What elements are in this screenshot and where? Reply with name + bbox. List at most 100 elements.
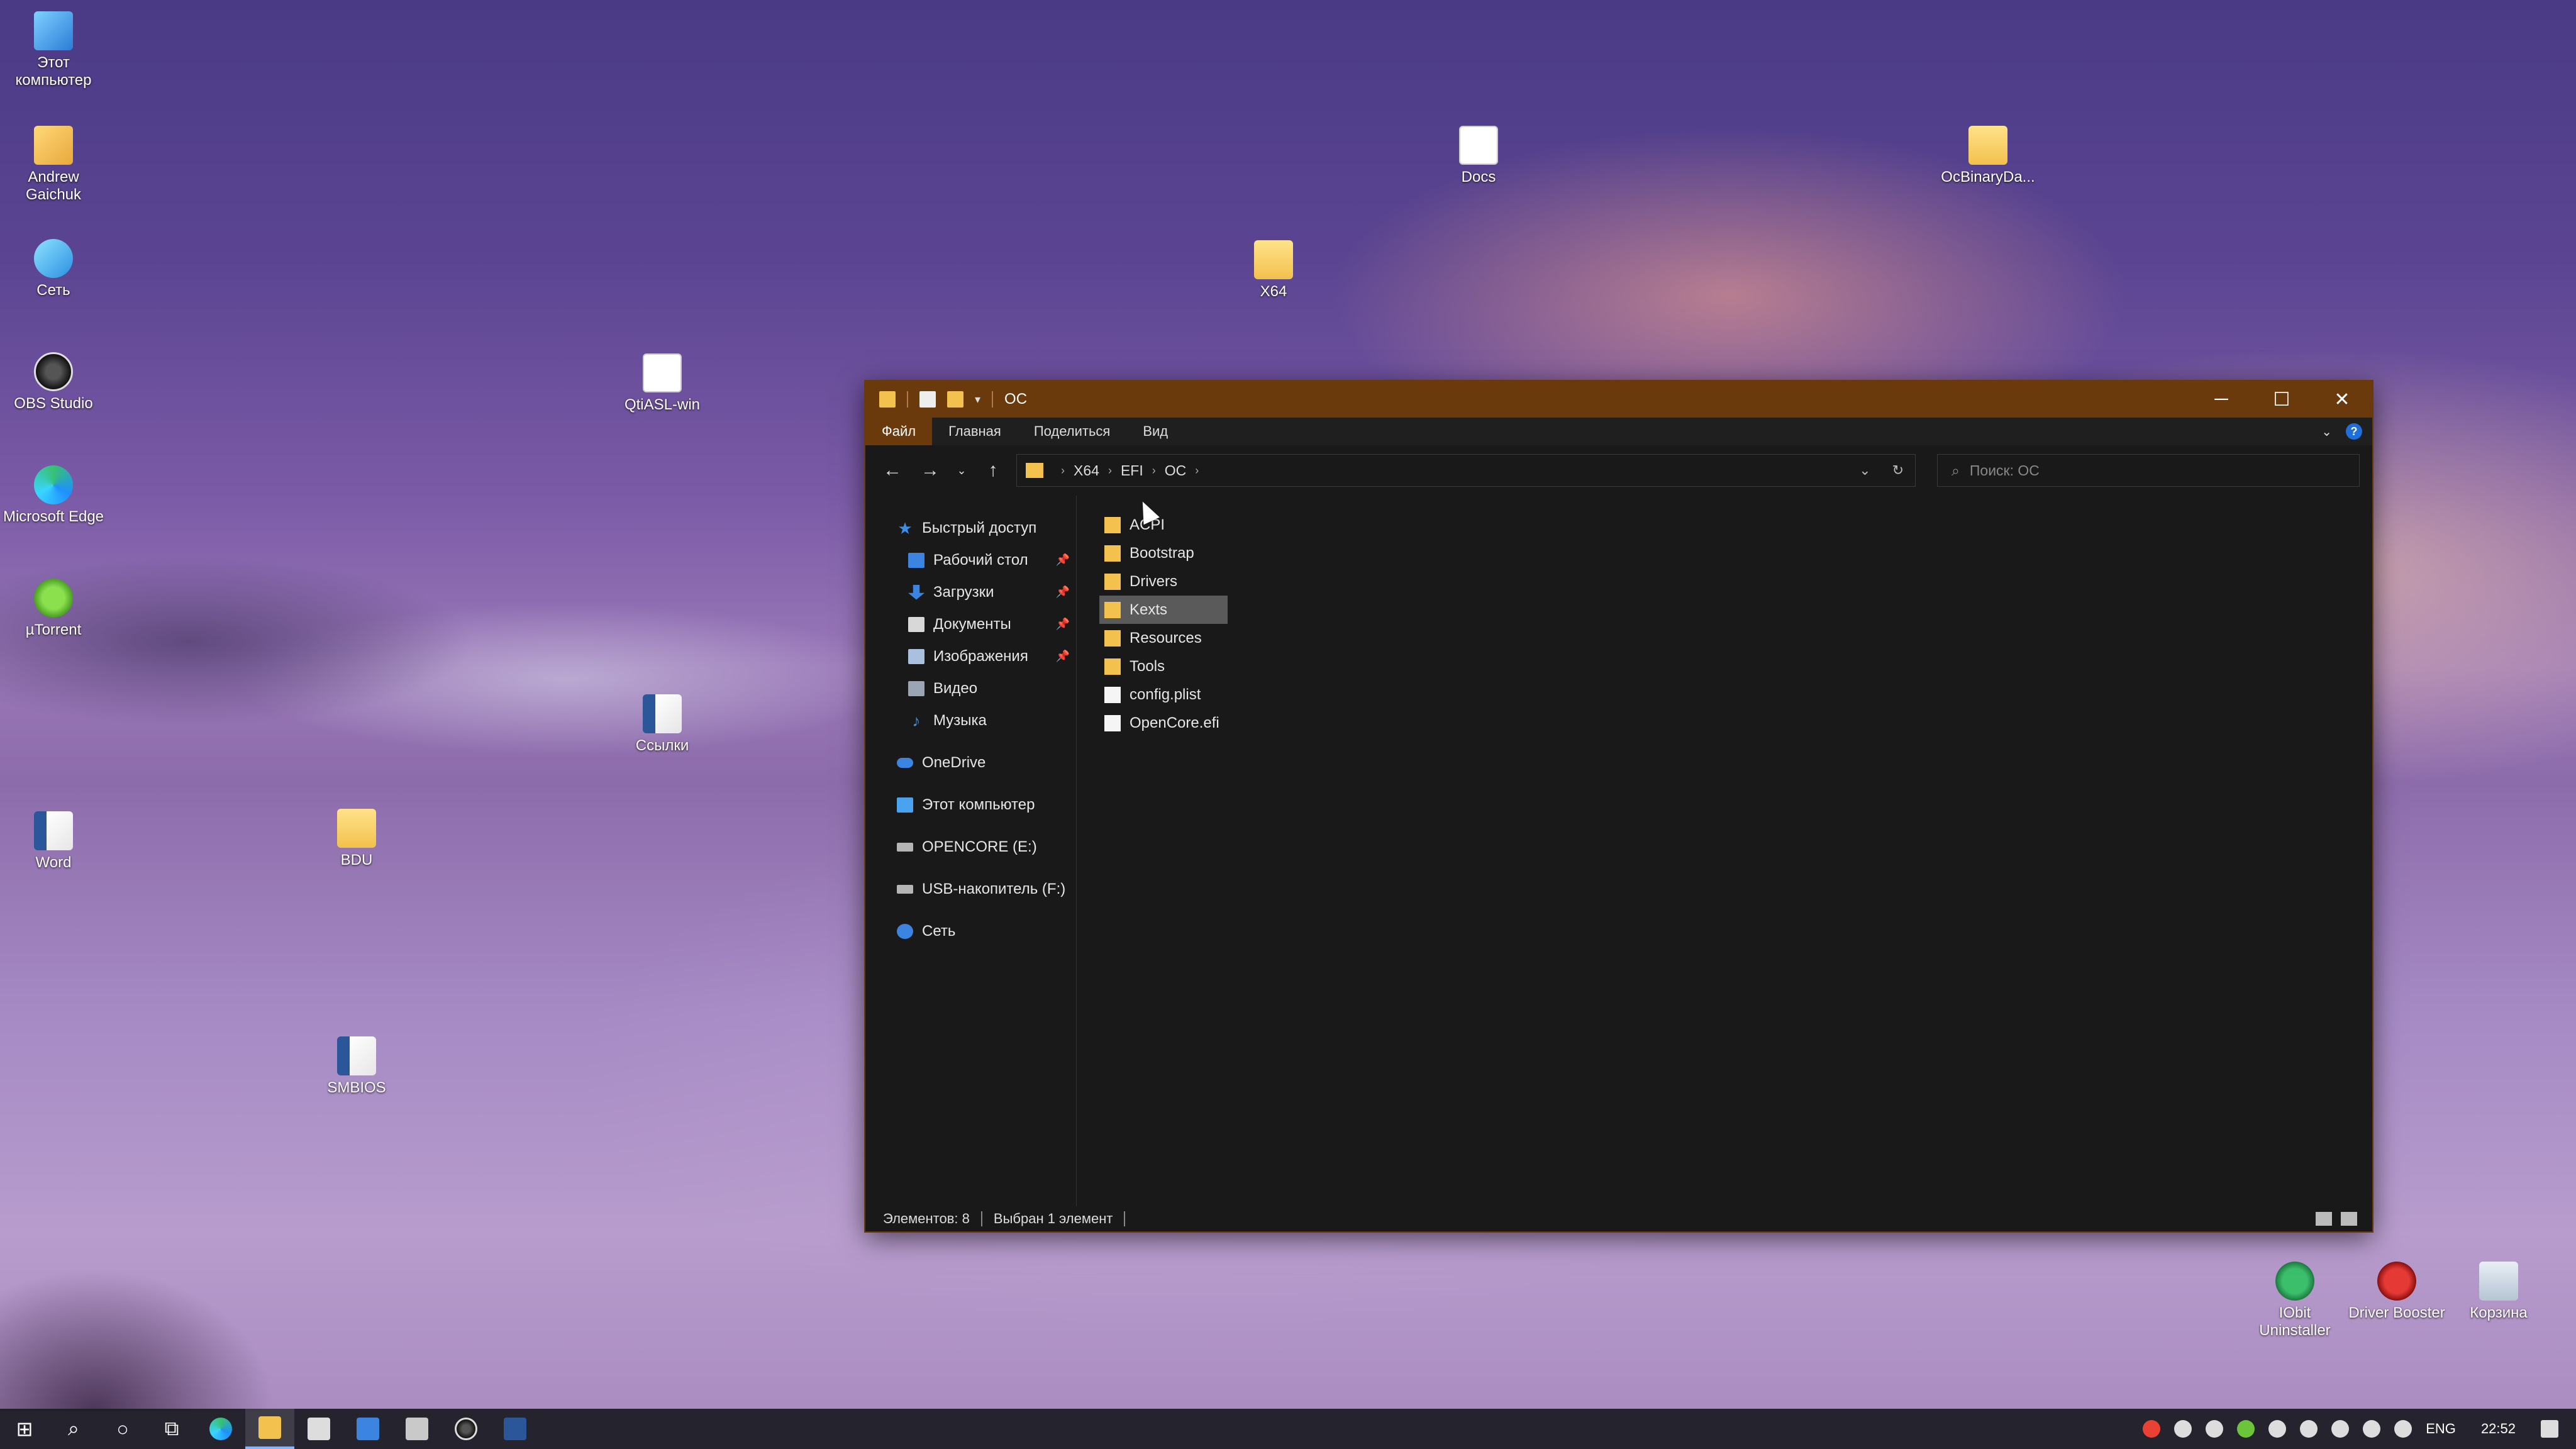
desktop-icon-network[interactable]: Сеть	[0, 239, 107, 299]
pin-icon[interactable]: 📌	[1056, 618, 1070, 631]
desktop-icon-ocbinarydata[interactable]: OcBinaryDa...	[1935, 126, 2041, 186]
desktop-icon-bdu[interactable]: BDU	[303, 809, 410, 869]
tray-usb-icon[interactable]	[2300, 1420, 2318, 1438]
desktop-icon-x64[interactable]: X64	[1220, 240, 1327, 301]
list-item[interactable]: ACPI	[1099, 511, 1228, 539]
search-input[interactable]: ⌕ Поиск: OC	[1937, 454, 2360, 487]
nav-usb-drive[interactable]: USB-накопитель (F:)	[865, 873, 1076, 905]
tab-view[interactable]: Вид	[1126, 418, 1184, 445]
start-button[interactable]: ⊞	[0, 1409, 49, 1449]
address-bar[interactable]: › X64 › EFI › OC › ⌄ ↻	[1016, 454, 1916, 487]
breadcrumb-item[interactable]: OC	[1165, 462, 1187, 479]
desktop-icon-iobit[interactable]: IObit Uninstaller	[2241, 1262, 2348, 1340]
taskbar-app[interactable]	[392, 1409, 441, 1449]
nav-quick-access[interactable]: ★ Быстрый доступ	[865, 512, 1076, 544]
tray-app-icon[interactable]	[2174, 1420, 2192, 1438]
notification-icon[interactable]	[2541, 1420, 2558, 1438]
desktop-icon-utorrent[interactable]: µTorrent	[0, 579, 107, 639]
nav-item-documents[interactable]: Документы 📌	[865, 608, 1076, 640]
network-icon[interactable]	[2363, 1420, 2381, 1438]
breadcrumb-separator[interactable]: ›	[1108, 464, 1112, 477]
title-bar[interactable]: ▾ OC ─ ☐ ✕	[865, 381, 2372, 418]
divider	[980, 1211, 982, 1226]
tab-share[interactable]: Поделиться	[1018, 418, 1126, 445]
nav-onedrive[interactable]: OneDrive	[865, 747, 1076, 779]
pin-icon[interactable]: 📌	[1056, 586, 1070, 599]
ribbon-tabs: Файл Главная Поделиться Вид ⌄ ?	[865, 418, 2372, 445]
nav-opencore-drive[interactable]: OPENCORE (E:)	[865, 831, 1076, 863]
explorer-window[interactable]: ▾ OC ─ ☐ ✕ Файл Главная Поделиться Вид ⌄…	[865, 381, 2372, 1231]
back-button[interactable]: ←	[878, 456, 907, 485]
desktop-icon-docs[interactable]: Docs	[1425, 126, 1532, 186]
desktop-icon-links[interactable]: Ссылки	[609, 694, 716, 755]
large-icons-view-icon[interactable]	[2341, 1212, 2357, 1226]
nav-item-videos[interactable]: Видео	[865, 672, 1076, 704]
language-indicator[interactable]: ENG	[2426, 1421, 2456, 1437]
task-view-button[interactable]: ⧉	[147, 1409, 196, 1449]
volume-icon[interactable]	[2394, 1420, 2412, 1438]
desktop-icon-qtiasl[interactable]: QtiASL-win	[609, 353, 716, 414]
breadcrumb-item[interactable]: EFI	[1121, 462, 1143, 479]
list-item-selected[interactable]: Kexts	[1099, 596, 1228, 624]
desktop-icon-edge[interactable]: Microsoft Edge	[0, 465, 107, 526]
nav-item-downloads[interactable]: Загрузки 📌	[865, 576, 1076, 608]
tray-utorrent-icon[interactable]	[2237, 1420, 2255, 1438]
forward-button[interactable]: →	[916, 456, 945, 485]
desktop-icon-user-folder[interactable]: Andrew Gaichuk	[0, 126, 107, 204]
desktop-icon-label: SMBIOS	[327, 1079, 386, 1096]
list-item[interactable]: Resources	[1099, 624, 1228, 652]
expand-ribbon-icon[interactable]: ⌄	[2321, 424, 2332, 440]
tab-home[interactable]: Главная	[932, 418, 1018, 445]
taskbar-store[interactable]	[294, 1409, 343, 1449]
desktop-icon-recycle-bin[interactable]: Корзина	[2445, 1262, 2552, 1322]
desktop-icon-driver-booster[interactable]: Driver Booster	[2343, 1262, 2450, 1322]
taskbar-word[interactable]	[491, 1409, 540, 1449]
list-item[interactable]: Bootstrap	[1099, 539, 1228, 567]
nav-network[interactable]: Сеть	[865, 915, 1076, 947]
list-item[interactable]: config.plist	[1099, 680, 1228, 709]
list-item[interactable]: Tools	[1099, 652, 1228, 680]
taskbar-obs[interactable]	[441, 1409, 491, 1449]
pin-icon[interactable]: 📌	[1056, 650, 1070, 663]
pin-icon[interactable]: 📌	[1056, 553, 1070, 567]
breadcrumb-separator[interactable]: ›	[1195, 464, 1199, 477]
desktop-icon-smbios[interactable]: SMBIOS	[303, 1036, 410, 1097]
cortana-button[interactable]: ○	[98, 1409, 147, 1449]
taskbar-edge[interactable]	[196, 1409, 245, 1449]
minimize-button[interactable]: ─	[2191, 381, 2251, 418]
navigation-bar: ← → ⌄ ↑ › X64 › EFI › OC › ⌄ ↻ ⌕ Поиск: …	[865, 445, 2372, 496]
breadcrumb-item[interactable]: X64	[1074, 462, 1099, 479]
help-icon[interactable]: ?	[2346, 423, 2362, 440]
tray-onedrive-icon[interactable]	[2331, 1420, 2350, 1438]
folder-icon[interactable]	[879, 391, 896, 408]
new-folder-icon[interactable]	[947, 391, 963, 408]
tab-file[interactable]: Файл	[865, 418, 933, 445]
nav-this-pc[interactable]: Этот компьютер	[865, 789, 1076, 821]
properties-icon[interactable]	[919, 391, 936, 408]
chevron-down-icon[interactable]: ▾	[975, 393, 980, 406]
nav-item-music[interactable]: ♪ Музыка	[865, 704, 1076, 736]
refresh-icon[interactable]: ↻	[1892, 462, 1904, 479]
taskbar-mail[interactable]	[343, 1409, 392, 1449]
search-button[interactable]: ⌕	[49, 1409, 98, 1449]
desktop-icon-obs[interactable]: OBS Studio	[0, 352, 107, 413]
tray-mic-icon[interactable]	[2206, 1420, 2224, 1438]
item-count: Элементов: 8	[883, 1211, 970, 1226]
address-dropdown-icon[interactable]: ⌄	[1859, 462, 1870, 479]
details-view-icon[interactable]	[2316, 1212, 2332, 1226]
desktop-icon-this-pc[interactable]: Этот компьютер	[0, 11, 107, 89]
tray-chrome-icon[interactable]	[2143, 1420, 2161, 1438]
list-item[interactable]: Drivers	[1099, 567, 1228, 596]
nav-item-desktop[interactable]: Рабочий стол 📌	[865, 544, 1076, 576]
desktop-icon-word[interactable]: Word	[0, 811, 107, 872]
clock[interactable]: 22:52	[2481, 1421, 2516, 1437]
close-button[interactable]: ✕	[2312, 381, 2372, 418]
tray-app-icon[interactable]	[2268, 1420, 2287, 1438]
taskbar-explorer[interactable]	[245, 1409, 294, 1449]
up-button[interactable]: ↑	[979, 456, 1008, 485]
breadcrumb-separator[interactable]: ›	[1152, 464, 1156, 477]
recent-locations-button[interactable]: ⌄	[953, 456, 970, 485]
nav-item-pictures[interactable]: Изображения 📌	[865, 640, 1076, 672]
maximize-button[interactable]: ☐	[2251, 381, 2312, 418]
list-item[interactable]: OpenCore.efi	[1099, 709, 1228, 737]
